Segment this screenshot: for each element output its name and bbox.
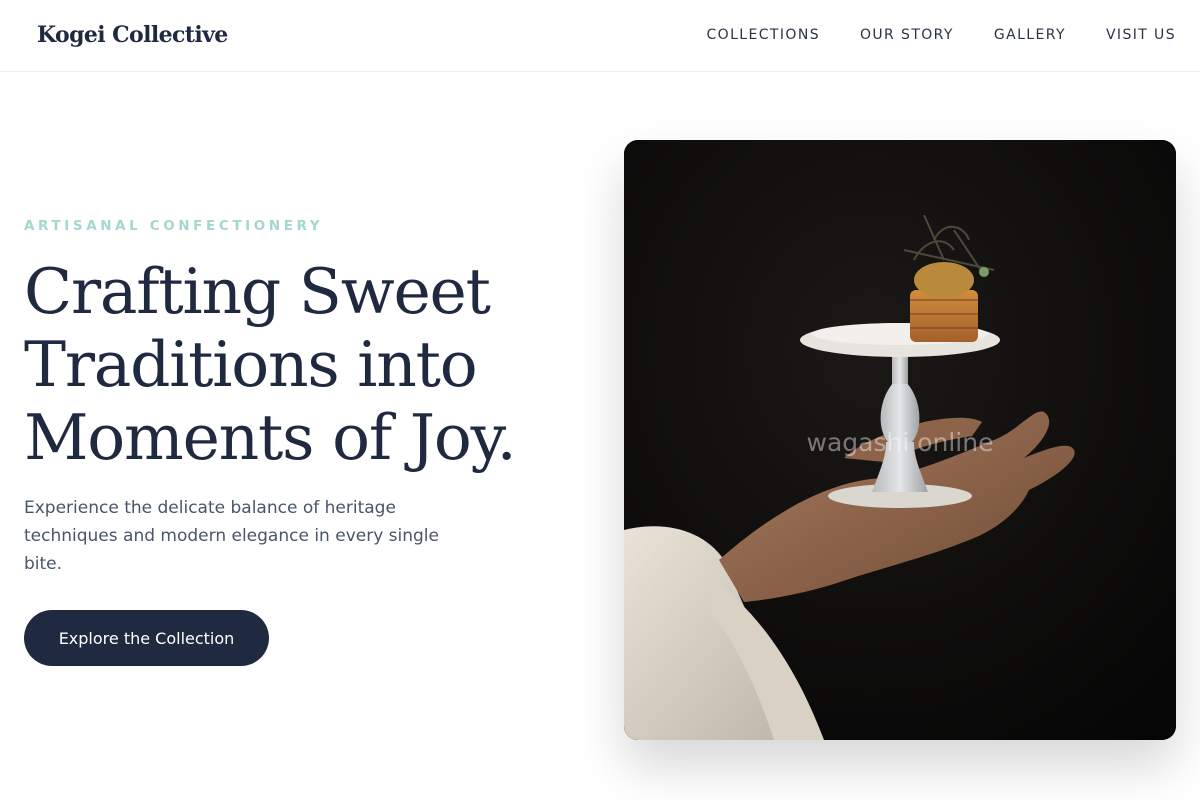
nav-visit-us[interactable]: VISIT US — [1106, 27, 1176, 43]
headline-line-1: Crafting Sweet — [24, 255, 491, 328]
explore-collection-button[interactable]: Explore the Collection — [24, 610, 269, 666]
hero-description: Experience the delicate balance of herit… — [24, 498, 439, 574]
headline-line-2: Traditions into — [24, 328, 478, 401]
nav-gallery[interactable]: GALLERY — [994, 27, 1066, 43]
headline-line-3: Moments of Joy. — [24, 401, 517, 474]
image-watermark: wagashi online — [806, 428, 994, 457]
hero-headline: Crafting Sweet Traditions into Moments o… — [24, 255, 604, 474]
hero-eyebrow: ARTISANAL CONFECTIONERY — [24, 218, 324, 234]
pastry-topping — [914, 262, 974, 298]
hero-photo: wagashi online — [624, 140, 1176, 740]
nav-collections[interactable]: COLLECTIONS — [707, 27, 820, 43]
nav-our-story[interactable]: OUR STORY — [860, 27, 954, 43]
main-nav: COLLECTIONS OUR STORY GALLERY VISIT US — [707, 27, 1177, 43]
site-header: Kogei Collective COLLECTIONS OUR STORY G… — [0, 0, 1200, 72]
brand-logo[interactable]: Kogei Collective — [37, 22, 228, 48]
garnish-leaf — [979, 267, 989, 277]
